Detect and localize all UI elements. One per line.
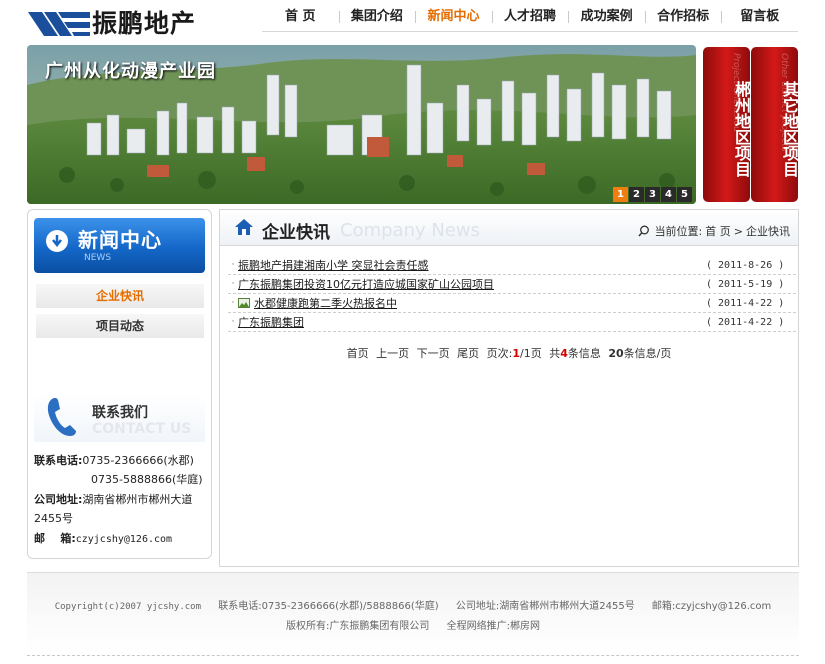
pager-5[interactable]: 5 bbox=[677, 187, 692, 202]
sidebar-subtitle: NEWS bbox=[84, 253, 112, 263]
image-icon bbox=[238, 298, 250, 308]
phone-label: 联系电话: bbox=[34, 454, 83, 467]
pagination-prev[interactable]: 上一页 bbox=[376, 347, 409, 360]
tab-other-projects[interactable]: Other district projects 其它地区项目 bbox=[751, 47, 798, 202]
address-label: 公司地址: bbox=[34, 493, 83, 506]
logo-text: 振鹏地产 bbox=[92, 9, 197, 38]
footer: Copyright(c)2007 yjcshy.com 联系电话:0735-23… bbox=[27, 572, 799, 652]
logo-mark-icon bbox=[28, 12, 90, 36]
tab-chenzhou-projects[interactable]: Project Chenzhou 郴州地区项目 bbox=[703, 47, 750, 202]
email-label: 邮 箱: bbox=[34, 532, 76, 545]
pager-3[interactable]: 3 bbox=[645, 187, 660, 202]
footer-line-1: Copyright(c)2007 yjcshy.com 联系电话:0735-23… bbox=[27, 597, 799, 612]
footer-address: 公司地址:湖南省郴州市郴州大道2455号 bbox=[455, 601, 635, 612]
news-date: ( 2011-5-19 ) bbox=[706, 278, 785, 290]
address-2: 2455号 bbox=[34, 512, 73, 525]
news-list: · 振鹏地产捐建湘南小学 突显社会责任感 ( 2011-8-26 ) · 广东振… bbox=[228, 256, 796, 332]
sidebar-item-company-news[interactable]: 企业快讯 bbox=[36, 284, 204, 308]
sidebar-title: 新闻中心 bbox=[78, 228, 162, 252]
footer-rights: 版权所有:广东振鹏集团有限公司 bbox=[286, 621, 430, 632]
pager-2[interactable]: 2 bbox=[629, 187, 644, 202]
contact-title: 联系我们 bbox=[92, 405, 148, 421]
news-title-link[interactable]: 广东振鹏集团 bbox=[238, 314, 706, 330]
pager-4[interactable]: 4 bbox=[661, 187, 676, 202]
breadcrumb-label: 当前位置: bbox=[654, 225, 703, 238]
pagination-per-page: 20条信息/页 bbox=[608, 347, 672, 360]
arrow-down-circle-icon bbox=[46, 230, 68, 252]
nav-item-news[interactable]: 新闻中心 bbox=[415, 6, 492, 32]
phone-icon bbox=[47, 398, 76, 436]
phone-1: 0735-2366666(水郡) bbox=[82, 454, 194, 467]
sidebar-news-header: 新闻中心 NEWS bbox=[34, 218, 205, 273]
news-date: ( 2011-8-26 ) bbox=[706, 259, 785, 271]
main-header: 企业快讯 Company News 当前位置: 首 页 > 企业快讯 bbox=[220, 210, 798, 246]
email-value[interactable]: czyjcshy@126.com bbox=[76, 534, 172, 545]
pagination-current: 1 bbox=[512, 347, 520, 360]
logo[interactable]: 振鹏地产 bbox=[28, 8, 228, 42]
bullet-icon: · bbox=[231, 279, 235, 289]
contact-address-line: 公司地址:湖南省郴州市郴州大道 bbox=[34, 491, 192, 507]
phone-2: 0735-5888866(华庭) bbox=[91, 473, 203, 486]
news-date: ( 2011-4-22 ) bbox=[706, 297, 785, 309]
nav-item-about[interactable]: 集团介绍 bbox=[338, 6, 416, 32]
pagination-last[interactable]: 尾页 bbox=[457, 347, 479, 360]
list-item: · 广东振鹏集团投资10亿元打造应城国家矿山公园项目 ( 2011-5-19 ) bbox=[228, 275, 796, 294]
pagination-page-label: 页次:1/1页 bbox=[486, 347, 542, 360]
sidebar-item-project-news[interactable]: 项目动态 bbox=[36, 314, 204, 338]
page-title-en: Company News bbox=[340, 220, 480, 241]
banner-pager: 1 2 3 4 5 bbox=[613, 187, 692, 202]
sidebar: 新闻中心 NEWS 企业快讯 项目动态 联系我们 CONTACT US 联系电话… bbox=[27, 209, 212, 559]
news-title-link[interactable]: 广东振鹏集团投资10亿元打造应城国家矿山公园项目 bbox=[238, 276, 706, 292]
pagination-next[interactable]: 下一页 bbox=[417, 347, 450, 360]
banner-title: 广州从化动漫产业园 bbox=[45, 61, 216, 82]
pagination: 首页 上一页 下一页 尾页 页次:1/1页 共4条信息 20条信息/页 bbox=[220, 345, 798, 361]
list-item: · 水郡健康跑第二季火热报名中 ( 2011-4-22 ) bbox=[228, 294, 796, 313]
contact-subtitle: CONTACT US bbox=[92, 421, 192, 437]
contact-address-line-2: 2455号 bbox=[34, 510, 73, 526]
pagination-total: 共4条信息 bbox=[549, 347, 601, 360]
tab-label: 其它地区项目 bbox=[780, 81, 798, 177]
footer-phone: 联系电话:0735-2366666(水郡)/5888866(华庭) bbox=[218, 601, 439, 612]
footer-email[interactable]: 邮箱:czyjcshy@126.com bbox=[652, 601, 771, 612]
bullet-icon: · bbox=[231, 260, 235, 270]
breadcrumb-separator: > bbox=[733, 224, 743, 238]
house-icon bbox=[235, 219, 253, 235]
footer-copyright: Copyright(c)2007 yjcshy.com bbox=[54, 602, 202, 612]
list-item: · 振鹏地产捐建湘南小学 突显社会责任感 ( 2011-8-26 ) bbox=[228, 256, 796, 275]
nav-item-bidding[interactable]: 合作招标 bbox=[644, 6, 722, 32]
contact-email-line: 邮 箱:czyjcshy@126.com bbox=[34, 530, 172, 546]
list-item: · 广东振鹏集团 ( 2011-4-22 ) bbox=[228, 313, 796, 332]
nav-item-careers[interactable]: 人才招聘 bbox=[491, 6, 569, 32]
news-title-link[interactable]: 振鹏地产捐建湘南小学 突显社会责任感 bbox=[238, 257, 706, 273]
search-icon bbox=[637, 225, 649, 237]
main-nav: 首 页 集团介绍 新闻中心 人才招聘 成功案例 合作招标 留言板 bbox=[262, 6, 798, 32]
footer-line-2: 版权所有:广东振鹏集团有限公司 全程网络推广:郴房网 bbox=[27, 617, 799, 632]
news-title-link[interactable]: 水郡健康跑第二季火热报名中 bbox=[254, 295, 706, 311]
pager-1[interactable]: 1 bbox=[613, 187, 628, 202]
main-panel: 企业快讯 Company News 当前位置: 首 页 > 企业快讯 · 振鹏地… bbox=[219, 209, 799, 567]
news-date: ( 2011-4-22 ) bbox=[706, 316, 785, 328]
tab-label: 郴州地区项目 bbox=[732, 81, 750, 177]
address-1: 湖南省郴州市郴州大道 bbox=[82, 493, 193, 506]
breadcrumb-home[interactable]: 首 页 bbox=[705, 223, 731, 239]
breadcrumb: 当前位置: 首 页 > 企业快讯 bbox=[637, 223, 790, 239]
contact-phone-line: 联系电话:0735-2366666(水郡) bbox=[34, 452, 194, 468]
bullet-icon: · bbox=[231, 298, 235, 308]
nav-item-home[interactable]: 首 页 bbox=[262, 6, 339, 32]
breadcrumb-current[interactable]: 企业快讯 bbox=[746, 223, 790, 239]
page-title: 企业快讯 bbox=[262, 223, 330, 243]
footer-divider bbox=[27, 655, 799, 656]
pagination-first[interactable]: 首页 bbox=[347, 347, 369, 360]
contact-phone-line-2: 0735-5888866(华庭) bbox=[91, 471, 203, 487]
footer-promo[interactable]: 全程网络推广:郴房网 bbox=[447, 621, 540, 632]
banner-slideshow[interactable]: 广州从化动漫产业园 1 2 3 4 5 bbox=[27, 45, 696, 204]
bullet-icon: · bbox=[231, 317, 235, 327]
nav-divider bbox=[262, 31, 798, 32]
nav-item-guestbook[interactable]: 留言板 bbox=[721, 6, 798, 32]
contact-header: 联系我们 CONTACT US bbox=[34, 394, 205, 442]
nav-item-cases[interactable]: 成功案例 bbox=[568, 6, 645, 32]
